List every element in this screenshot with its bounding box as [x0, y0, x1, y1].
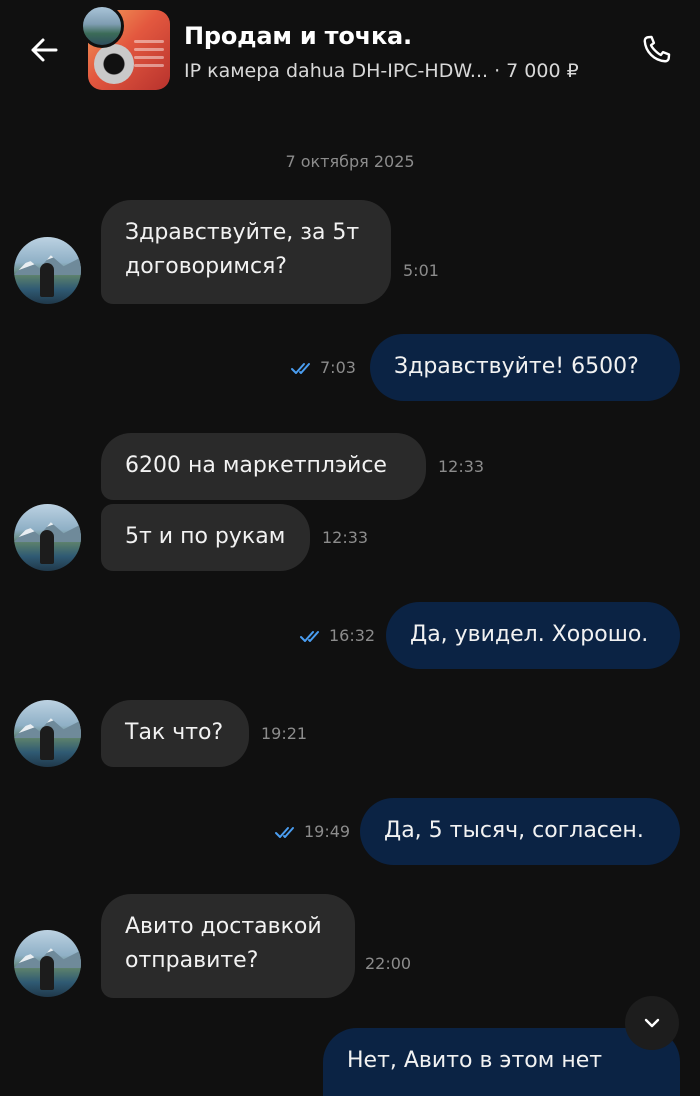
message-time: 12:33: [322, 528, 369, 547]
call-button[interactable]: [636, 30, 676, 70]
message-text: 6200 на маркетплэйсе: [125, 453, 387, 478]
chat-header: Продам и точка. IP камера dahua DH-IPC-H…: [0, 0, 700, 115]
sender-avatar[interactable]: [14, 237, 81, 304]
message-incoming[interactable]: 6200 на маркетплэйсе: [101, 433, 426, 500]
message-outgoing[interactable]: Да, 5 тысяч, согласен.: [360, 798, 680, 865]
sender-avatar[interactable]: [14, 930, 81, 997]
message-incoming[interactable]: Так что?: [101, 700, 249, 767]
message-outgoing[interactable]: Да, увидел. Хорошо.: [386, 602, 680, 669]
chevron-down-icon: [644, 1018, 660, 1028]
message-text: договоримся?: [125, 254, 287, 279]
date-separator: 7 октября 2025: [285, 152, 415, 171]
message-text: Авито доставкой: [125, 914, 322, 939]
message-text: Нет, Авито в этом нет: [347, 1048, 603, 1073]
message-text: отправите?: [125, 948, 259, 973]
listing-summary[interactable]: IP камера dahua DH-IPC-HDW... · 7 000 ₽: [184, 60, 579, 82]
read-ticks-icon: [300, 630, 319, 642]
message-text: Да, 5 тысяч, согласен.: [384, 818, 644, 843]
message-text: 5т и по рукам: [125, 524, 286, 549]
message-text: Так что?: [125, 720, 224, 745]
arrow-left-icon: [31, 38, 58, 62]
read-ticks-icon: [291, 362, 310, 374]
seller-avatar[interactable]: [80, 4, 124, 48]
message-time: 5:01: [403, 261, 439, 280]
message-time: 16:32: [299, 626, 375, 645]
read-ticks-icon: [275, 826, 294, 838]
message-outgoing[interactable]: Здравствуйте! 6500?: [370, 334, 680, 401]
message-time: 12:33: [438, 457, 485, 476]
phone-icon: [643, 35, 671, 63]
message-incoming[interactable]: Здравствуйте, за 5т договоримся?: [101, 200, 391, 304]
chat-title[interactable]: Продам и точка.: [184, 22, 412, 50]
product-image: [94, 44, 134, 84]
message-incoming[interactable]: Авито доставкой отправите?: [101, 894, 355, 998]
sender-avatar[interactable]: [14, 504, 81, 571]
message-time: 7:03: [290, 358, 356, 377]
message-outgoing[interactable]: Нет, Авито в этом нет: [323, 1028, 680, 1096]
chat-screen: Продам и точка. IP камера dahua DH-IPC-H…: [0, 0, 700, 1096]
message-time: 19:49: [274, 822, 350, 841]
message-time: 19:21: [261, 724, 308, 743]
back-button[interactable]: [24, 30, 64, 70]
message-incoming[interactable]: 5т и по рукам: [101, 504, 310, 571]
message-text: Здравствуйте! 6500?: [394, 354, 639, 379]
message-time: 22:00: [365, 954, 412, 973]
sender-avatar[interactable]: [14, 700, 81, 767]
scroll-to-bottom-button[interactable]: [625, 996, 679, 1050]
message-text: Здравствуйте, за 5т: [125, 220, 360, 245]
message-text: Да, увидел. Хорошо.: [410, 622, 649, 647]
